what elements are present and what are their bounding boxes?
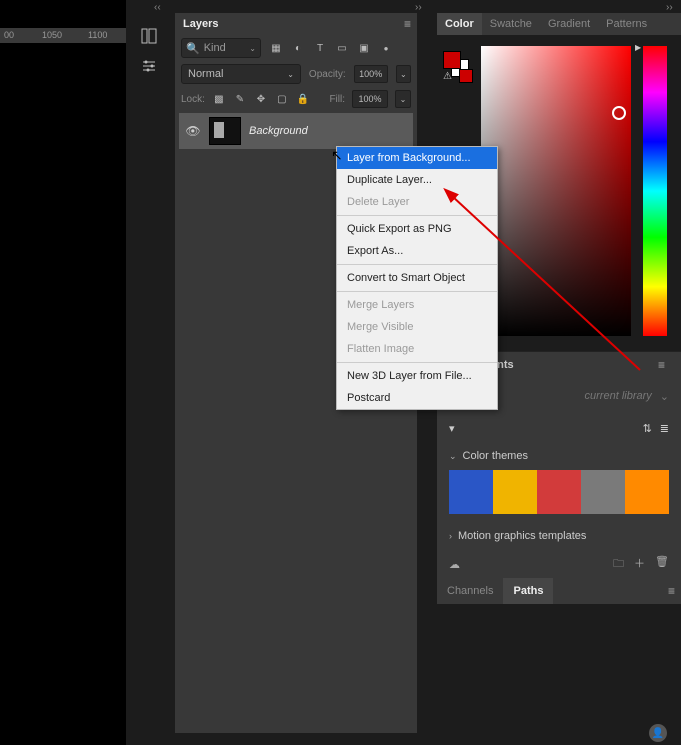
context-menu-item: Delete Layer <box>337 191 497 213</box>
tab-swatches[interactable]: Swatche <box>482 13 540 35</box>
lock-position-icon[interactable]: ✥ <box>254 92 268 106</box>
filter-shape-icon[interactable]: ▭ <box>335 41 349 55</box>
properties-icon[interactable] <box>137 24 161 48</box>
filter-type-icon[interactable]: T <box>313 41 327 55</box>
panel-menu-icon[interactable]: ≡ <box>668 584 675 598</box>
collapse-left-icon[interactable]: ‹‹ <box>154 2 161 13</box>
funnel-icon[interactable]: ▾ <box>449 422 455 435</box>
lock-all-icon[interactable]: 🔒 <box>296 92 310 106</box>
layer-thumbnail[interactable] <box>209 117 241 145</box>
tab-gradient[interactable]: Gradient <box>540 13 598 35</box>
context-menu-item[interactable]: Export As... <box>337 240 497 262</box>
context-menu-item: Merge Visible <box>337 316 497 338</box>
chevron-right-icon: › <box>449 531 452 541</box>
hue-indicator-icon: ▶ <box>635 43 641 52</box>
opacity-label: Opacity: <box>309 69 346 80</box>
context-menu-item[interactable]: Quick Export as PNG <box>337 218 497 240</box>
opacity-input[interactable]: 100% <box>354 65 388 83</box>
context-menu-item[interactable]: Layer from Background... <box>337 147 497 169</box>
sort-icon[interactable]: ⇅ <box>643 422 652 435</box>
theme-swatch[interactable] <box>581 470 625 514</box>
horizontal-ruler: 00 1050 1100 <box>0 28 126 43</box>
collapse-far-right-icon[interactable]: ›› <box>666 2 673 13</box>
context-menu-item[interactable]: Convert to Smart Object <box>337 267 497 289</box>
fill-input[interactable]: 100% <box>352 90 388 108</box>
cloud-icon[interactable]: ☁ <box>449 558 460 571</box>
tab-channels[interactable]: Channels <box>437 578 503 604</box>
section-toggle[interactable]: ⌄ Color themes <box>449 450 669 462</box>
chevron-down-icon: ⌄ <box>249 44 256 53</box>
collapse-right-icon[interactable]: ›› <box>415 2 422 13</box>
layer-context-menu: Layer from Background...Duplicate Layer.… <box>336 146 498 410</box>
color-theme-swatch-group[interactable] <box>449 470 669 514</box>
motion-title: Motion graphics templates <box>458 530 586 542</box>
gamut-warning-icon[interactable]: ⚠ <box>443 71 452 82</box>
layers-tab[interactable]: Layers <box>175 13 226 35</box>
chevron-down-icon: ⌄ <box>449 451 457 461</box>
list-view-icon[interactable]: ≣ <box>660 422 669 435</box>
context-menu-item: Merge Layers <box>337 294 497 316</box>
trash-icon[interactable]: 🗑 <box>655 555 669 574</box>
layer-row-background[interactable]: 👁 Background <box>179 113 413 149</box>
panel-menu-icon[interactable]: ≡ <box>658 358 665 372</box>
opacity-chevron-icon[interactable]: ⌄ <box>396 65 411 83</box>
filter-smart-icon[interactable]: ▣ <box>357 41 371 55</box>
context-menu-separator <box>337 362 497 363</box>
filter-toggle-icon[interactable]: ● <box>379 41 393 55</box>
layer-name[interactable]: Background <box>249 125 308 137</box>
lock-label: Lock: <box>181 94 205 105</box>
ruler-tick: 00 <box>4 30 14 40</box>
context-menu-separator <box>337 215 497 216</box>
theme-swatch[interactable] <box>449 470 493 514</box>
color-field[interactable] <box>481 46 631 336</box>
hue-slider[interactable] <box>643 46 667 336</box>
theme-swatch[interactable] <box>537 470 581 514</box>
tab-color[interactable]: Color <box>437 13 482 35</box>
lock-artboard-icon[interactable]: ▢ <box>275 92 289 106</box>
filter-adjust-icon[interactable]: ◐ <box>291 41 305 55</box>
visibility-toggle-icon[interactable]: 👁 <box>185 124 201 138</box>
lock-pixels-icon[interactable]: ▩ <box>212 92 226 106</box>
fill-label: Fill: <box>329 94 345 105</box>
context-menu-separator <box>337 291 497 292</box>
add-icon[interactable]: ＋ <box>634 555 645 574</box>
blend-mode-select[interactable]: Normal ⌄ <box>181 64 301 84</box>
color-themes-title: Color themes <box>463 450 528 462</box>
kind-label: Kind <box>204 42 226 54</box>
color-panel-header: Color Swatche Gradient Patterns <box>437 13 681 35</box>
theme-swatch[interactable] <box>625 470 669 514</box>
fill-chevron-icon[interactable]: ⌄ <box>395 90 411 108</box>
ruler-tick: 1100 <box>88 30 107 40</box>
chevron-down-icon: ⌄ <box>287 70 294 79</box>
document-canvas[interactable] <box>0 0 126 745</box>
chevron-down-icon: ⌄ <box>660 390 669 403</box>
filter-image-icon[interactable]: ▦ <box>269 41 283 55</box>
color-themes-section: ⌄ Color themes <box>437 442 681 522</box>
libraries-footer: ☁ 🗀 ＋ 🗑 <box>437 550 681 578</box>
context-menu-item[interactable]: New 3D Layer from File... <box>337 365 497 387</box>
library-placeholder: current library <box>585 390 652 402</box>
context-menu-item[interactable]: Postcard <box>337 387 497 409</box>
ruler-tick: 1050 <box>42 30 62 40</box>
tab-paths[interactable]: Paths <box>503 578 553 604</box>
context-menu-item: Flatten Image <box>337 338 497 360</box>
context-menu-separator <box>337 264 497 265</box>
lock-brush-icon[interactable]: ✎ <box>233 92 247 106</box>
panel-menu-icon[interactable]: ≡ <box>404 17 411 31</box>
blend-mode-value: Normal <box>188 68 223 80</box>
adjustments-icon[interactable] <box>137 54 161 78</box>
foreground-color-swatch[interactable] <box>443 51 461 69</box>
color-picker-ring[interactable] <box>612 106 626 120</box>
tab-patterns[interactable]: Patterns <box>598 13 655 35</box>
profile-icon[interactable]: 👤 <box>649 724 667 742</box>
context-menu-item[interactable]: Duplicate Layer... <box>337 169 497 191</box>
gamut-swatch[interactable] <box>459 69 473 83</box>
motion-graphics-section[interactable]: › Motion graphics templates <box>437 522 681 550</box>
theme-swatch[interactable] <box>493 470 537 514</box>
kind-filter[interactable]: 🔍 Kind ⌄ <box>181 38 261 58</box>
search-icon: 🔍 <box>186 42 200 55</box>
folder-icon[interactable]: 🗀 <box>613 555 624 574</box>
